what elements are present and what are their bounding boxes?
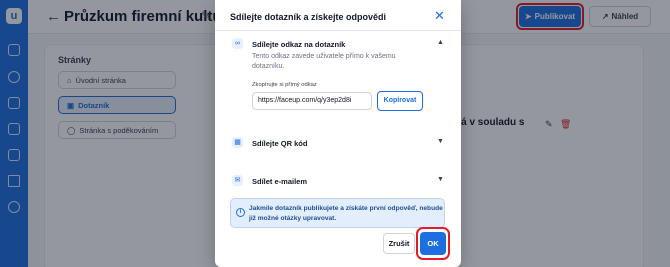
qr-code-icon: ▦ — [232, 137, 243, 148]
section-email[interactable]: Sdílet e-mailem — [252, 177, 307, 186]
link-field[interactable]: https://faceup.com/q/y3ep2d8i — [252, 92, 372, 110]
share-modal: Sdílejte dotazník a získejte odpovědi ✕ … — [215, 0, 461, 267]
link-icon: ∞ — [232, 38, 243, 49]
mail-icon: ✉ — [232, 175, 243, 186]
section-qr-code[interactable]: Sdílejte QR kód — [252, 139, 307, 148]
link-description: Tento odkaz zavede uživatele přímo k vaš… — [252, 53, 396, 71]
ok-button[interactable]: OK — [420, 232, 446, 255]
modal-title: Sdílejte dotazník a získejte odpovědi — [230, 12, 387, 22]
copy-button[interactable]: Kopírovat — [377, 91, 423, 111]
chevron-down-icon[interactable]: ▼ — [437, 176, 444, 183]
info-alert: i Jakmile dotazník publikujete a získáte… — [230, 198, 445, 228]
section-share-link[interactable]: Sdílejte odkaz na dotazník — [252, 40, 345, 49]
chevron-down-icon[interactable]: ▼ — [437, 138, 444, 145]
info-icon: i — [236, 208, 245, 217]
info-text: Jakmile dotazník publikujete a získáte p… — [249, 205, 443, 222]
close-icon[interactable]: ✕ — [434, 8, 445, 24]
divider — [215, 30, 461, 31]
chevron-up-icon[interactable]: ▲ — [437, 39, 444, 46]
cancel-button[interactable]: Zrušit — [383, 233, 415, 254]
link-hint: Zkopírujte si přímý odkaz — [252, 82, 317, 88]
